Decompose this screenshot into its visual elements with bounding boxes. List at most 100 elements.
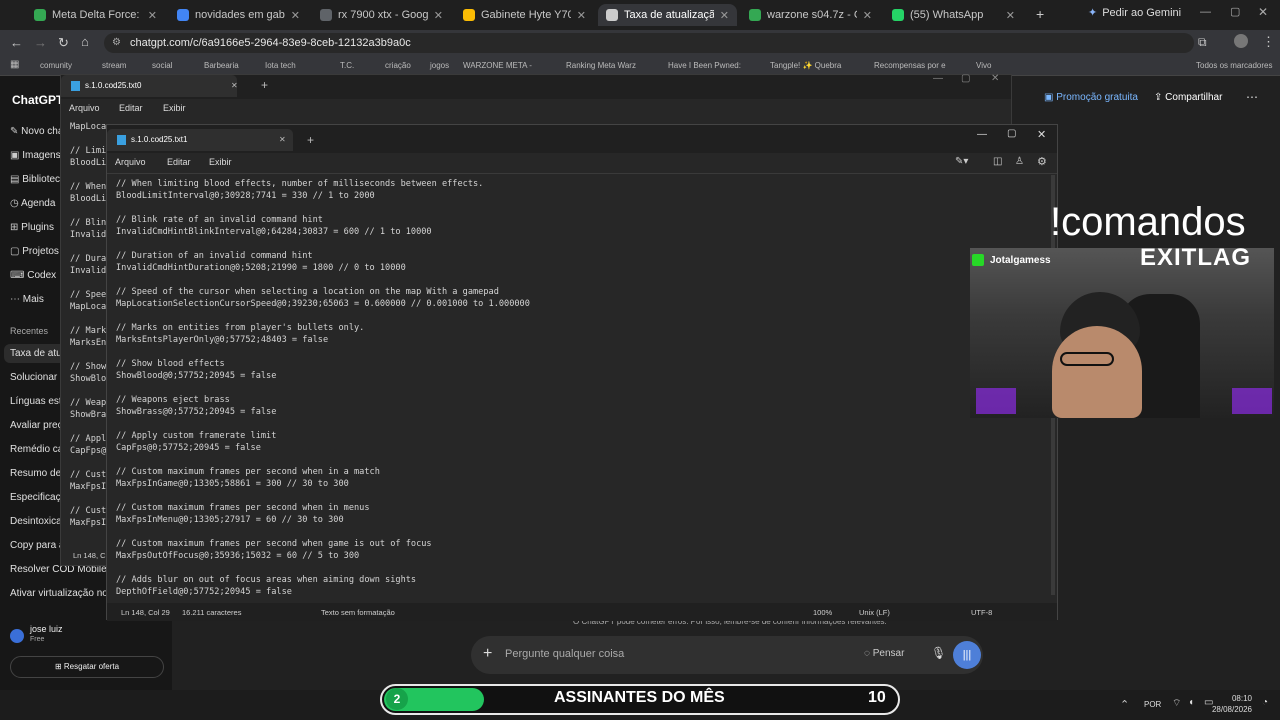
language-indicator[interactable]: POR <box>1144 700 1161 709</box>
bookmark-item[interactable]: Barbearia <box>204 61 239 70</box>
free-promo-button[interactable]: ▣ Promoção gratuita <box>1044 92 1138 103</box>
more-options-icon[interactable]: ⋯ <box>1246 90 1258 104</box>
bookmark-item[interactable]: T.C. <box>340 61 354 70</box>
chatgpt-brand[interactable]: ChatGPT <box>12 93 63 107</box>
menu-file[interactable]: Arquivo <box>69 103 100 113</box>
bookmark-item[interactable]: jogos <box>430 61 449 70</box>
bookmark-item[interactable]: social <box>152 61 172 70</box>
site-info-icon[interactable]: ⚙ <box>112 33 121 53</box>
menu-file[interactable]: Arquivo <box>115 157 146 167</box>
notepad-window-front[interactable]: s.1.0.cod25.txt1 ✕ + — ▢ ✕ Arquivo Edita… <box>106 124 1058 621</box>
profile-avatar[interactable] <box>1234 34 1248 48</box>
sidebar-nav-item[interactable]: ◷ Agenda <box>10 198 55 209</box>
tab-close-icon[interactable]: ✕ <box>714 9 729 22</box>
bookmark-item[interactable]: Have I Been Pwned: <box>668 61 741 70</box>
account-icon[interactable]: ♙ <box>1015 156 1024 167</box>
menu-edit[interactable]: Editar <box>167 157 191 167</box>
tab-close-icon[interactable]: ✕ <box>857 9 872 22</box>
browser-tab[interactable]: warzone s04.7z - Google D✕ <box>741 4 880 26</box>
extensions-icon[interactable]: ⧉ <box>1198 35 1207 50</box>
recent-chat-item[interactable]: Resumo de <box>10 468 61 479</box>
window-close-icon[interactable]: ✕ <box>1037 128 1046 141</box>
notepad-front-tab[interactable]: s.1.0.cod25.txt1 ✕ <box>107 129 293 151</box>
menu-view[interactable]: Exibir <box>209 157 232 167</box>
sidebar-nav-item[interactable]: ▤ Biblioteca <box>10 174 66 185</box>
tray-chevron-icon[interactable]: ⌃ <box>1120 698 1129 711</box>
window-minimize-icon[interactable]: — <box>933 73 943 84</box>
browser-tab[interactable]: rx 7900 xtx - Google Shopp✕ <box>312 4 451 26</box>
sidebar-nav-item[interactable]: ▢ Projetos <box>10 246 59 257</box>
volume-icon[interactable]: ◖ <box>1188 697 1194 708</box>
copilot-icon[interactable]: ◫ <box>993 156 1002 167</box>
recent-chat-item[interactable]: Solucionar t <box>10 372 63 383</box>
voice-mode-icon[interactable]: ||| <box>953 641 981 669</box>
window-minimize-icon[interactable]: — <box>977 129 987 140</box>
tab-close-icon[interactable]: ✕ <box>428 9 443 22</box>
think-button[interactable]: ◌ Pensar <box>864 648 904 659</box>
microphone-icon[interactable]: 🎙 <box>931 646 946 660</box>
browser-tab[interactable]: Meta Delta Force: Melhore✕ <box>26 4 165 26</box>
window-close-icon[interactable]: ✕ <box>991 73 999 84</box>
user-name[interactable]: jose luiz <box>30 624 63 634</box>
back-icon[interactable]: ← <box>10 35 23 50</box>
browser-tab[interactable]: (55) WhatsApp ✕ <box>884 4 1023 26</box>
attach-plus-icon[interactable]: + <box>483 645 492 663</box>
recent-chat-item[interactable]: Desintoxicaç <box>10 516 67 527</box>
notepad-back-tab[interactable]: s.1.0.cod25.txt0 ✕ <box>61 75 238 97</box>
notifications-icon[interactable]: ◔ <box>1262 697 1268 708</box>
sidebar-nav-item[interactable]: ✎ Novo chat <box>10 126 66 137</box>
browser-tab[interactable]: novidades em gabinete hig✕ <box>169 4 308 26</box>
home-icon[interactable]: ⌂ <box>81 34 89 49</box>
clock-time[interactable]: 08:10 <box>1226 694 1252 703</box>
share-button[interactable]: ⇪ Compartilhar <box>1154 92 1222 103</box>
window-maximize-icon[interactable]: ▢ <box>1230 5 1240 18</box>
browser-tab[interactable]: Gabinete Hyte Y70 Touch I✕ <box>455 4 594 26</box>
recent-chat-item[interactable]: Línguas estr <box>10 396 65 407</box>
wifi-icon[interactable]: ⌔ <box>1172 697 1181 710</box>
recent-chat-item[interactable]: Avaliar preç <box>10 420 63 431</box>
notepad-back-text[interactable]: MapLoca // Limi BloodLi // When BloodLi // Bl… <box>70 121 106 529</box>
window-maximize-icon[interactable]: ▢ <box>1007 128 1016 139</box>
new-tab-icon[interactable]: + <box>307 133 314 147</box>
sidebar-nav-item[interactable]: ⋯ Mais <box>10 294 44 305</box>
gemini-button[interactable]: ✦ Pedir ao Gemini <box>1088 6 1181 20</box>
ai-rewrite-icon[interactable]: ✎▾ <box>955 156 968 167</box>
tab-close-icon[interactable]: ✕ <box>285 9 300 22</box>
recent-chat-item[interactable]: Ativar virtualização no C <box>10 588 118 599</box>
tab-close-icon[interactable]: ✕ <box>571 9 586 22</box>
bookmark-item[interactable]: WARZONE META - <box>463 61 532 70</box>
tab-close-icon[interactable]: ✕ <box>142 9 157 22</box>
chat-composer[interactable]: + Pergunte qualquer coisa ◌ Pensar 🎙 ||| <box>471 636 983 674</box>
window-close-icon[interactable]: ✕ <box>1258 5 1268 19</box>
menu-view[interactable]: Exibir <box>163 103 186 113</box>
sidebar-nav-item[interactable]: ▣ Imagens <box>10 150 61 161</box>
menu-kebab-icon[interactable]: ⋮ <box>1262 34 1275 50</box>
settings-gear-icon[interactable]: ⚙ <box>1037 155 1047 168</box>
bookmark-item[interactable]: Recompensas por e <box>874 61 946 70</box>
bookmark-item[interactable]: comunity <box>40 61 72 70</box>
menu-edit[interactable]: Editar <box>119 103 143 113</box>
tab-close-icon[interactable]: ✕ <box>1000 9 1015 22</box>
recent-chat-item[interactable]: Copy para a <box>10 540 64 551</box>
tab-close-icon[interactable]: ✕ <box>231 75 238 97</box>
apps-grid-icon[interactable]: ▦ <box>10 59 19 70</box>
bookmark-item[interactable]: Ranking Meta Warz <box>566 61 636 70</box>
sidebar-nav-item[interactable]: ⌨ Codex <box>10 270 56 281</box>
window-minimize-icon[interactable]: — <box>1200 6 1211 18</box>
window-maximize-icon[interactable]: ▢ <box>961 73 970 84</box>
recent-chat-item[interactable]: Remédio ca <box>10 444 63 455</box>
all-bookmarks-link[interactable]: Todos os marcadores <box>1196 61 1272 70</box>
address-input[interactable]: ⚙ chatgpt.com/c/6a9166e5-2964-83e9-8ceb-… <box>104 33 1194 53</box>
forward-icon[interactable]: → <box>34 35 47 50</box>
clock-date[interactable]: 28/08/2026 <box>1208 705 1252 714</box>
bookmark-item[interactable]: criação <box>385 61 411 70</box>
bookmark-item[interactable]: Vivo <box>976 61 991 70</box>
claim-offer-button[interactable]: ⊞ Resgatar oferta <box>10 656 164 678</box>
recent-chat-item[interactable]: Especificaçõ <box>10 492 66 503</box>
bookmark-item[interactable]: Tangple! ✨ Quebra <box>770 61 841 70</box>
browser-tab[interactable]: Taxa de atualização usada✕ <box>598 4 737 26</box>
prompt-input[interactable]: Pergunte qualquer coisa <box>505 648 624 660</box>
new-tab-icon[interactable]: + <box>261 78 268 92</box>
sidebar-nav-item[interactable]: ⊞ Plugins <box>10 222 54 233</box>
new-tab-button[interactable]: + <box>1036 6 1044 22</box>
